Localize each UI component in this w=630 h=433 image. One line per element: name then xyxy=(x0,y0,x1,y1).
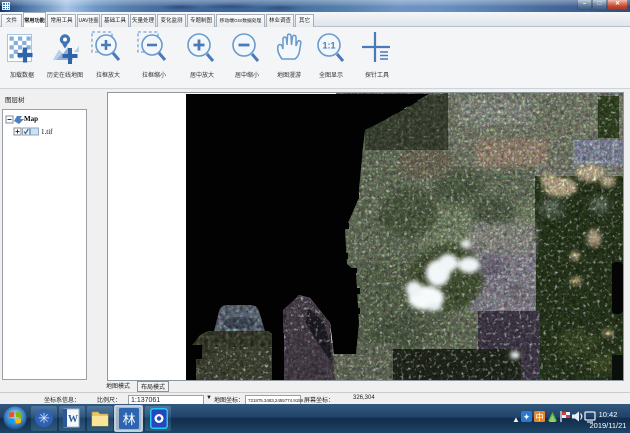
svg-text:W: W xyxy=(68,414,78,425)
svg-text:林: 林 xyxy=(122,412,135,427)
svg-text:10:42: 10:42 xyxy=(599,410,618,419)
svg-text:▲: ▲ xyxy=(512,415,520,424)
svg-text:中: 中 xyxy=(535,412,544,422)
svg-text:✳: ✳ xyxy=(38,410,50,426)
svg-text:✦: ✦ xyxy=(523,412,531,422)
svg-text:2019/11/21: 2019/11/21 xyxy=(590,421,627,430)
